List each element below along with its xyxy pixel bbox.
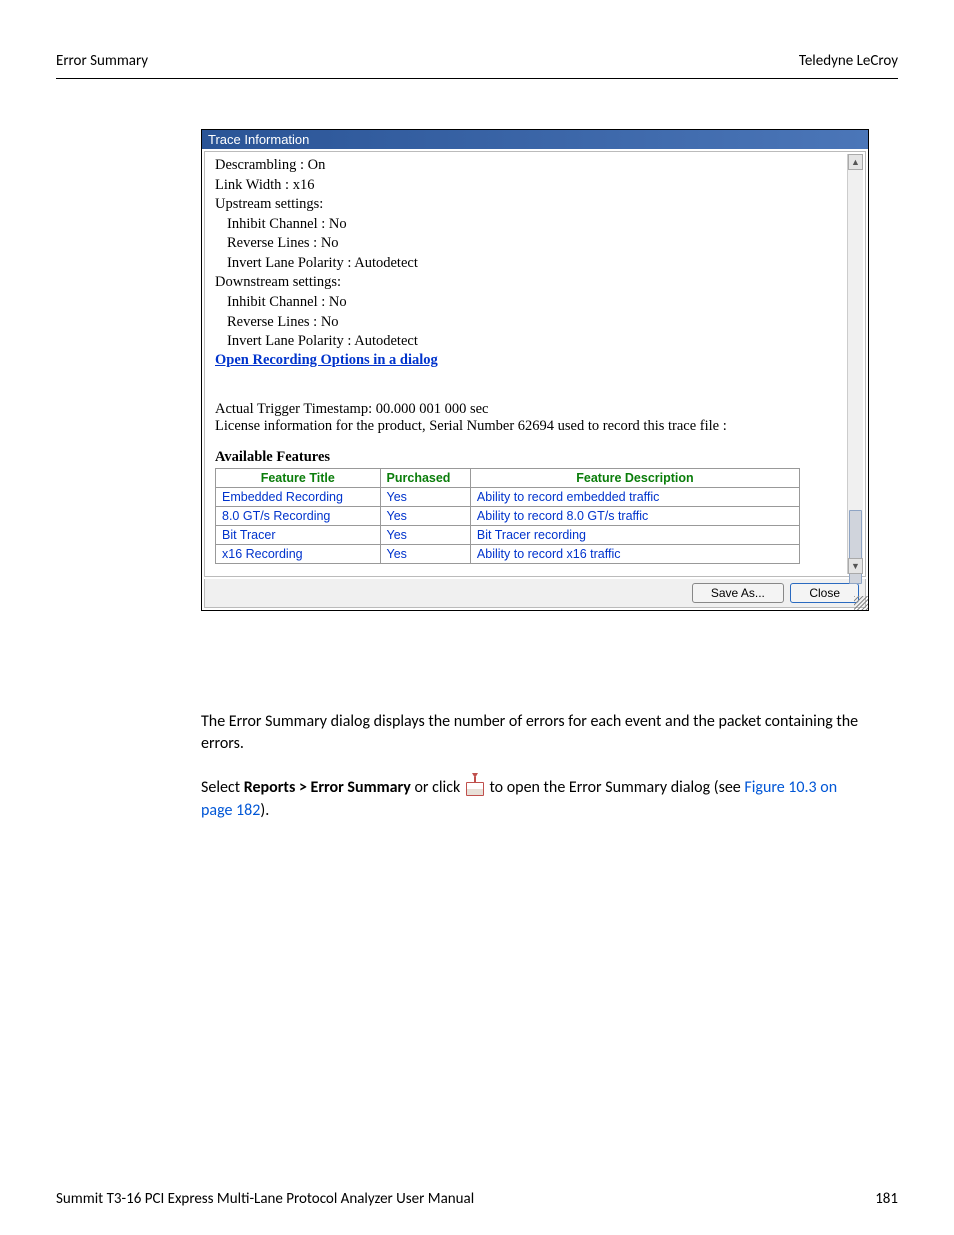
dialog-content: Descrambling : On Link Width : x16 Upstr…: [204, 151, 866, 577]
link-width-line: Link Width : x16: [215, 176, 855, 196]
cell: x16 Recording: [216, 544, 381, 563]
cell: Yes: [380, 544, 470, 563]
downstream-polarity: Invert Lane Polarity : Autodetect: [215, 332, 855, 352]
text: Select: [201, 778, 244, 797]
header-left: Error Summary: [56, 52, 148, 70]
dialog-footer: Save As... Close: [204, 579, 866, 608]
header-divider: [56, 78, 898, 79]
table-header-row: Feature Title Purchased Feature Descript…: [216, 468, 800, 487]
cell: Ability to record embedded traffic: [470, 487, 799, 506]
features-table: Feature Title Purchased Feature Descript…: [215, 468, 800, 564]
col-feature-title: Feature Title: [216, 468, 381, 487]
scroll-down-icon[interactable]: ▼: [848, 558, 863, 574]
scrollbar[interactable]: ▲ ▼: [847, 154, 863, 574]
cell: Embedded Recording: [216, 487, 381, 506]
page-number: 181: [875, 1190, 898, 1208]
upstream-reverse: Reverse Lines : No: [215, 234, 855, 254]
scroll-up-icon[interactable]: ▲: [848, 154, 863, 170]
cell: Ability to record x16 traffic: [470, 544, 799, 563]
col-purchased: Purchased: [380, 468, 470, 487]
dialog-title: Trace Information: [202, 130, 868, 149]
table-row: 8.0 GT/s Recording Yes Ability to record…: [216, 506, 800, 525]
available-features-heading: Available Features: [215, 449, 865, 466]
table-row: x16 Recording Yes Ability to record x16 …: [216, 544, 800, 563]
cell: Bit Tracer: [216, 525, 381, 544]
paragraph-2: Select Reports > Error Summary or click …: [201, 777, 864, 822]
body-text: The Error Summary dialog displays the nu…: [201, 711, 864, 823]
cell: Bit Tracer recording: [470, 525, 799, 544]
page-header: Error Summary Teledyne LeCroy: [0, 0, 954, 78]
table-row: Bit Tracer Yes Bit Tracer recording: [216, 525, 800, 544]
license-info: License information for the product, Ser…: [215, 418, 855, 435]
trace-information-dialog: Trace Information Descrambling : On Link…: [201, 129, 869, 611]
text: or click: [411, 778, 464, 797]
cell: Yes: [380, 506, 470, 525]
menu-path: Reports > Error Summary: [244, 778, 411, 797]
upstream-polarity: Invert Lane Polarity : Autodetect: [215, 254, 855, 274]
text: ).: [260, 801, 269, 820]
paragraph-1: The Error Summary dialog displays the nu…: [201, 711, 864, 756]
text: to open the Error Summary dialog (see: [486, 778, 745, 797]
trigger-timestamp: Actual Trigger Timestamp: 00.000 001 000…: [215, 401, 855, 418]
upstream-label: Upstream settings:: [215, 195, 855, 215]
close-button[interactable]: Close: [790, 583, 859, 603]
cell: 8.0 GT/s Recording: [216, 506, 381, 525]
cell: Ability to record 8.0 GT/s traffic: [470, 506, 799, 525]
upstream-inhibit: Inhibit Channel : No: [215, 215, 855, 235]
col-feature-description: Feature Description: [470, 468, 799, 487]
save-as-button[interactable]: Save As...: [692, 583, 784, 603]
error-summary-icon: [466, 782, 484, 796]
downstream-reverse: Reverse Lines : No: [215, 313, 855, 333]
header-right: Teledyne LeCroy: [799, 52, 898, 70]
footer-left: Summit T3-16 PCI Express Multi-Lane Prot…: [56, 1190, 474, 1208]
cell: Yes: [380, 525, 470, 544]
page-footer: Summit T3-16 PCI Express Multi-Lane Prot…: [0, 844, 954, 1208]
resize-grip-icon[interactable]: [854, 596, 868, 610]
descrambling-line: Descrambling : On: [215, 156, 855, 176]
cell: Yes: [380, 487, 470, 506]
downstream-label: Downstream settings:: [215, 273, 855, 293]
open-recording-options-link[interactable]: Open Recording Options in a dialog: [215, 352, 438, 369]
table-row: Embedded Recording Yes Ability to record…: [216, 487, 800, 506]
downstream-inhibit: Inhibit Channel : No: [215, 293, 855, 313]
